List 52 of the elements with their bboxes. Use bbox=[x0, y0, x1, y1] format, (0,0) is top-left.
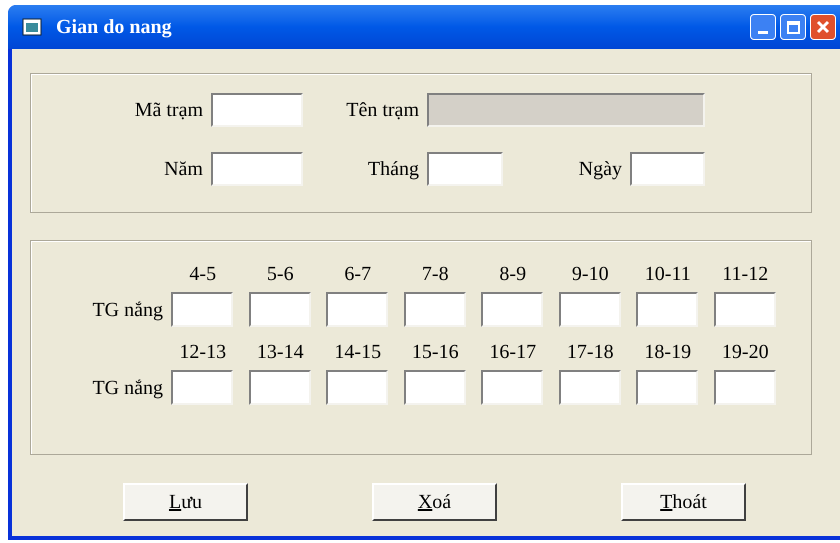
text-field[interactable] bbox=[248, 292, 310, 327]
action-button[interactable]: Xoá bbox=[372, 483, 497, 521]
hour-label: 13-14 bbox=[256, 340, 305, 365]
action-button[interactable]: Thoát bbox=[621, 483, 746, 521]
close-icon bbox=[816, 20, 830, 34]
hour-label: 4-5 bbox=[188, 262, 218, 287]
hour-label: 6-7 bbox=[343, 262, 372, 287]
close-button[interactable] bbox=[810, 14, 836, 40]
text-field[interactable] bbox=[481, 292, 543, 327]
field-label: Tháng bbox=[366, 157, 420, 182]
field-label: Mã trạm bbox=[134, 98, 204, 123]
hour-label: 14-15 bbox=[333, 340, 382, 365]
text-field[interactable] bbox=[481, 370, 543, 405]
hour-label: 18-19 bbox=[643, 340, 692, 365]
maximize-button[interactable] bbox=[780, 14, 806, 40]
text-field[interactable] bbox=[326, 370, 388, 405]
text-field[interactable] bbox=[427, 152, 503, 186]
row-label: TG nắng bbox=[91, 376, 164, 400]
field-label: Tên trạm bbox=[345, 98, 420, 123]
text-field[interactable] bbox=[404, 370, 466, 405]
minimize-button[interactable] bbox=[750, 14, 776, 40]
hour-label: 17-18 bbox=[566, 340, 615, 365]
text-field[interactable] bbox=[558, 370, 620, 405]
text-field[interactable] bbox=[211, 93, 303, 127]
text-field[interactable] bbox=[630, 152, 705, 186]
hour-label: 12-13 bbox=[178, 340, 228, 365]
hour-label: 5-6 bbox=[266, 262, 295, 287]
row-label: TG nắng bbox=[91, 298, 164, 322]
text-field[interactable] bbox=[326, 292, 388, 327]
text-field[interactable] bbox=[714, 292, 776, 327]
hour-label: 15-16 bbox=[410, 340, 460, 365]
action-button[interactable]: Lưu bbox=[123, 483, 248, 521]
text-field[interactable] bbox=[248, 370, 310, 405]
text-field[interactable] bbox=[211, 152, 303, 186]
text-field[interactable] bbox=[404, 292, 466, 327]
text-field[interactable] bbox=[171, 292, 233, 327]
text-field[interactable] bbox=[558, 292, 620, 327]
text-field[interactable] bbox=[636, 370, 698, 405]
field-label: Năm bbox=[163, 157, 204, 182]
hour-label: 8-9 bbox=[498, 262, 528, 287]
hour-label: 19-20 bbox=[720, 340, 770, 365]
text-field[interactable] bbox=[714, 370, 776, 405]
hour-label: 10-11 bbox=[644, 262, 692, 287]
window-icon bbox=[22, 18, 42, 36]
hour-label: 9-10 bbox=[570, 262, 610, 287]
text-field[interactable] bbox=[171, 370, 233, 405]
field-label: Ngày bbox=[578, 157, 623, 182]
hour-label: 7-8 bbox=[420, 262, 450, 287]
window-title: Gian do nang bbox=[56, 15, 172, 40]
text-field[interactable] bbox=[636, 292, 698, 327]
hour-label: 16-17 bbox=[488, 340, 538, 365]
hour-label: 11-12 bbox=[721, 262, 770, 287]
